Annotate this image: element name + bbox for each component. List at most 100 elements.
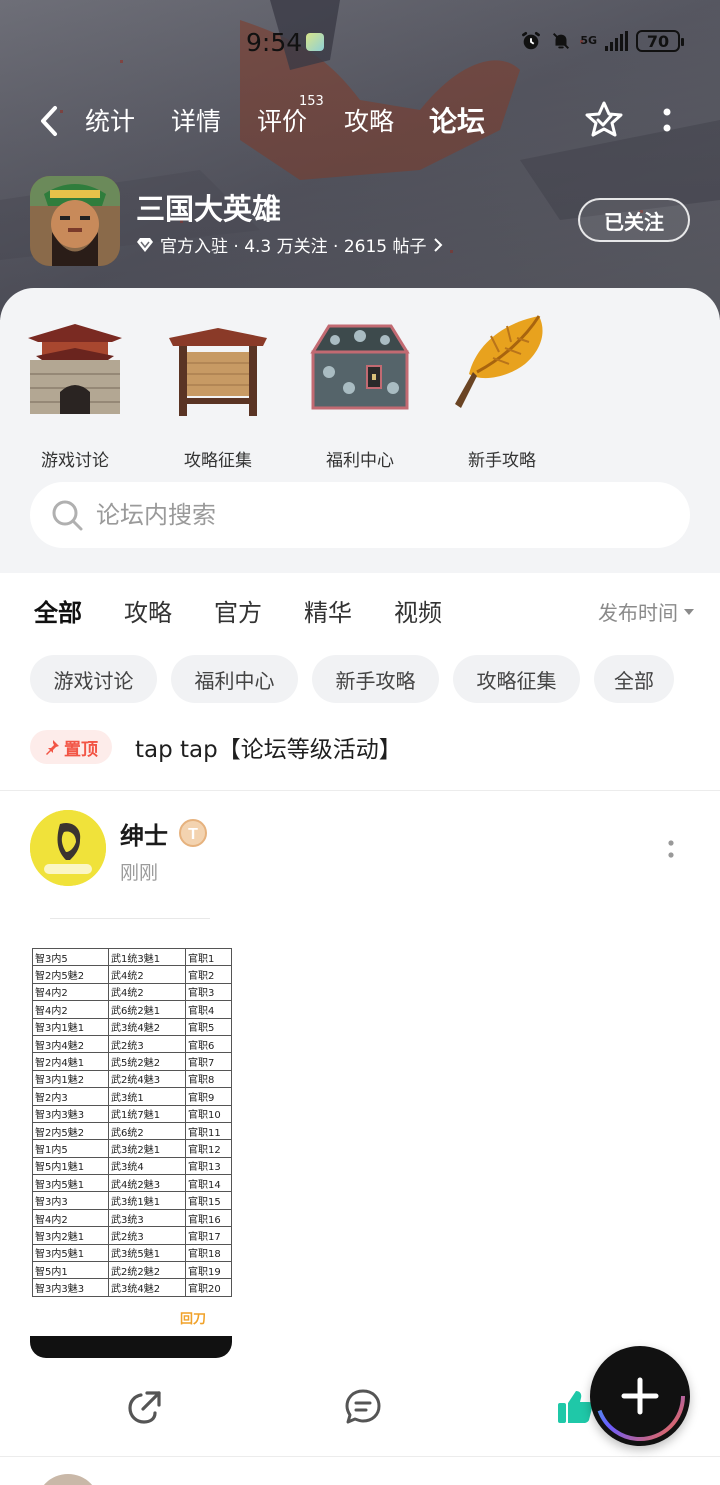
category-game-discussion[interactable]: 游戏讨论 [20,308,130,471]
game-icon[interactable] [30,176,120,266]
table-cell: 武3统1 [108,1087,186,1106]
table-cell: 智3内4魅2 [32,1034,109,1054]
forum-search-box[interactable] [30,482,690,548]
like-icon[interactable] [555,1387,595,1427]
status-time: 9:54 [246,28,303,57]
table-row: 智3内4魅2 武2统3 官职6 [32,1034,232,1054]
table-cell: 官职12 [185,1139,232,1158]
divider [0,1456,720,1457]
table-cell: 武3统4魅2 [108,1017,186,1036]
sort-dropdown[interactable]: 发布时间 [598,597,694,626]
city-gate-icon [28,324,122,414]
table-row: 智2内5魅2 武4统2 官职2 [32,965,232,984]
search-input[interactable] [96,482,656,548]
table-cell: 武2统3 [108,1226,186,1245]
table-cell: 智3内3魅3 [32,1104,109,1123]
table-cell: 官职2 [185,965,232,984]
table-row: 智4内2 武3统3 官职16 [32,1208,232,1228]
author-avatar-image [30,810,106,886]
tab-forum[interactable]: 论坛 [429,100,486,144]
table-row: 智3内1魅2 武2统4魅3 官职8 [32,1069,232,1089]
table-row: 智2内3 武3统1 官职9 [32,1087,232,1106]
chip-beginner-guide[interactable]: 新手攻略 [312,655,439,703]
game-info: 三国大英雄 官方入驻 · 4.3 万关注 · 2615 帖子 已关注 [30,176,690,266]
tab-details[interactable]: 详情 [171,102,221,138]
category-label: 福利中心 [326,451,394,471]
next-post-avatar[interactable] [36,1474,100,1485]
table-cell: 官职1 [185,947,232,967]
game-stats-text: 官方入驻 · 4.3 万关注 · 2615 帖子 [160,237,427,257]
top-navigation: 统计 详情 评价 153 攻略 论坛 [0,94,720,146]
avatar[interactable] [30,810,106,886]
pinned-badge: 置顶 [30,730,112,764]
more-vertical-icon[interactable] [664,838,678,862]
table-cell: 智3内2魅1 [32,1226,109,1245]
table-cell: 智3内1魅2 [32,1069,109,1089]
category-guide-collection[interactable]: 攻略征集 [163,308,273,471]
table-cell: 官职8 [185,1069,232,1089]
table-row: 智3内3魅3 武3统4魅2 官职20 [32,1278,232,1297]
table-cell: 武4统2 [108,982,186,1002]
table-cell: 智5内1 [32,1261,109,1280]
verified-diamond-icon [137,237,153,252]
table-cell: 智3内5 [32,947,109,967]
table-cell: 官职9 [185,1087,232,1106]
table-row: 智3内5魅1 武3统5魅1 官职18 [32,1243,232,1263]
table-cell: 武2统4魅3 [108,1069,186,1089]
table-row: 智4内2 武4统2 官职3 [32,982,232,1002]
table-row: 智2内5魅2 武6统2 官职11 [32,1121,232,1141]
plus-icon [621,1377,659,1415]
create-post-button[interactable] [590,1346,690,1446]
chip-game-discussion[interactable]: 游戏讨论 [30,655,157,703]
table-cell: 官职3 [185,982,232,1002]
filter-tab-official[interactable]: 官方 [214,593,262,628]
table-cell: 智4内2 [32,982,109,1002]
filter-tabs: 全部 攻略 官方 精华 视频 发布时间 [0,573,720,645]
post-time: 刚刚 [120,862,159,884]
filter-tab-video[interactable]: 视频 [394,593,442,628]
category-label: 游戏讨论 [41,451,109,471]
category-label: 新手攻略 [468,451,536,471]
pinned-post-title: tap tap【论坛等级活动】 [135,737,402,763]
table-row: 智3内3魅3 武1统7魅1 官职10 [32,1104,232,1123]
comment-icon[interactable] [343,1387,383,1427]
table-cell: 武4统2 [108,965,186,984]
chip-welfare-center[interactable]: 福利中心 [171,655,298,703]
signal-icon [605,31,628,51]
table-cell: 智3内3 [32,1191,109,1210]
back-icon[interactable] [36,104,62,138]
chip-all[interactable]: 全部 [594,655,674,703]
image-footer-bar [30,1336,232,1358]
post-image[interactable]: 智3内5 武1统3魅1 官职1 智2内5魅2 武4统2 官职2 智4内2 武4统2 官职3 智4内… [30,918,232,1358]
star-check-icon[interactable] [584,100,624,140]
pinned-post[interactable]: 置顶 tap tap【论坛等级活动】 [30,728,690,768]
table-cell: 智3内3魅3 [32,1278,109,1297]
mute-bell-icon [553,32,570,50]
filter-tab-all[interactable]: 全部 [34,593,82,630]
table-cell: 官职13 [185,1156,232,1176]
table-cell: 官职20 [185,1278,232,1297]
chevron-right-icon [433,237,442,252]
table-cell: 官职11 [185,1121,232,1141]
chip-guide-collection[interactable]: 攻略征集 [453,655,580,703]
svg-text:T: T [188,826,198,843]
author-name[interactable]: 绅士 [120,816,168,851]
attributes-table: 智3内5 武1统3魅1 官职1 智2内5魅2 武4统2 官职2 智4内2 武4统2 官职3 智4内… [32,947,232,1297]
table-cell: 官职7 [185,1052,232,1071]
table-row: 智3内5魅1 武4统2魅3 官职14 [32,1174,232,1193]
share-icon[interactable] [125,1387,165,1427]
table-cell: 官职17 [185,1226,232,1245]
game-meta[interactable]: 官方入驻 · 4.3 万关注 · 2615 帖子 [136,232,443,257]
filter-tab-featured[interactable]: 精华 [304,593,352,628]
tab-stats[interactable]: 统计 [85,102,135,138]
filter-tab-guides[interactable]: 攻略 [124,593,172,628]
category-label: 攻略征集 [184,451,252,471]
category-beginner-guide[interactable]: 新手攻略 [447,308,557,471]
image-watermark: 回刀 [180,1312,207,1327]
sort-label: 发布时间 [598,601,678,625]
category-welfare-center[interactable]: 福利中心 [305,308,415,471]
more-vertical-icon[interactable] [660,106,674,136]
table-cell: 官职18 [185,1243,232,1263]
tab-guides[interactable]: 攻略 [344,102,394,138]
follow-button[interactable]: 已关注 [578,198,690,242]
